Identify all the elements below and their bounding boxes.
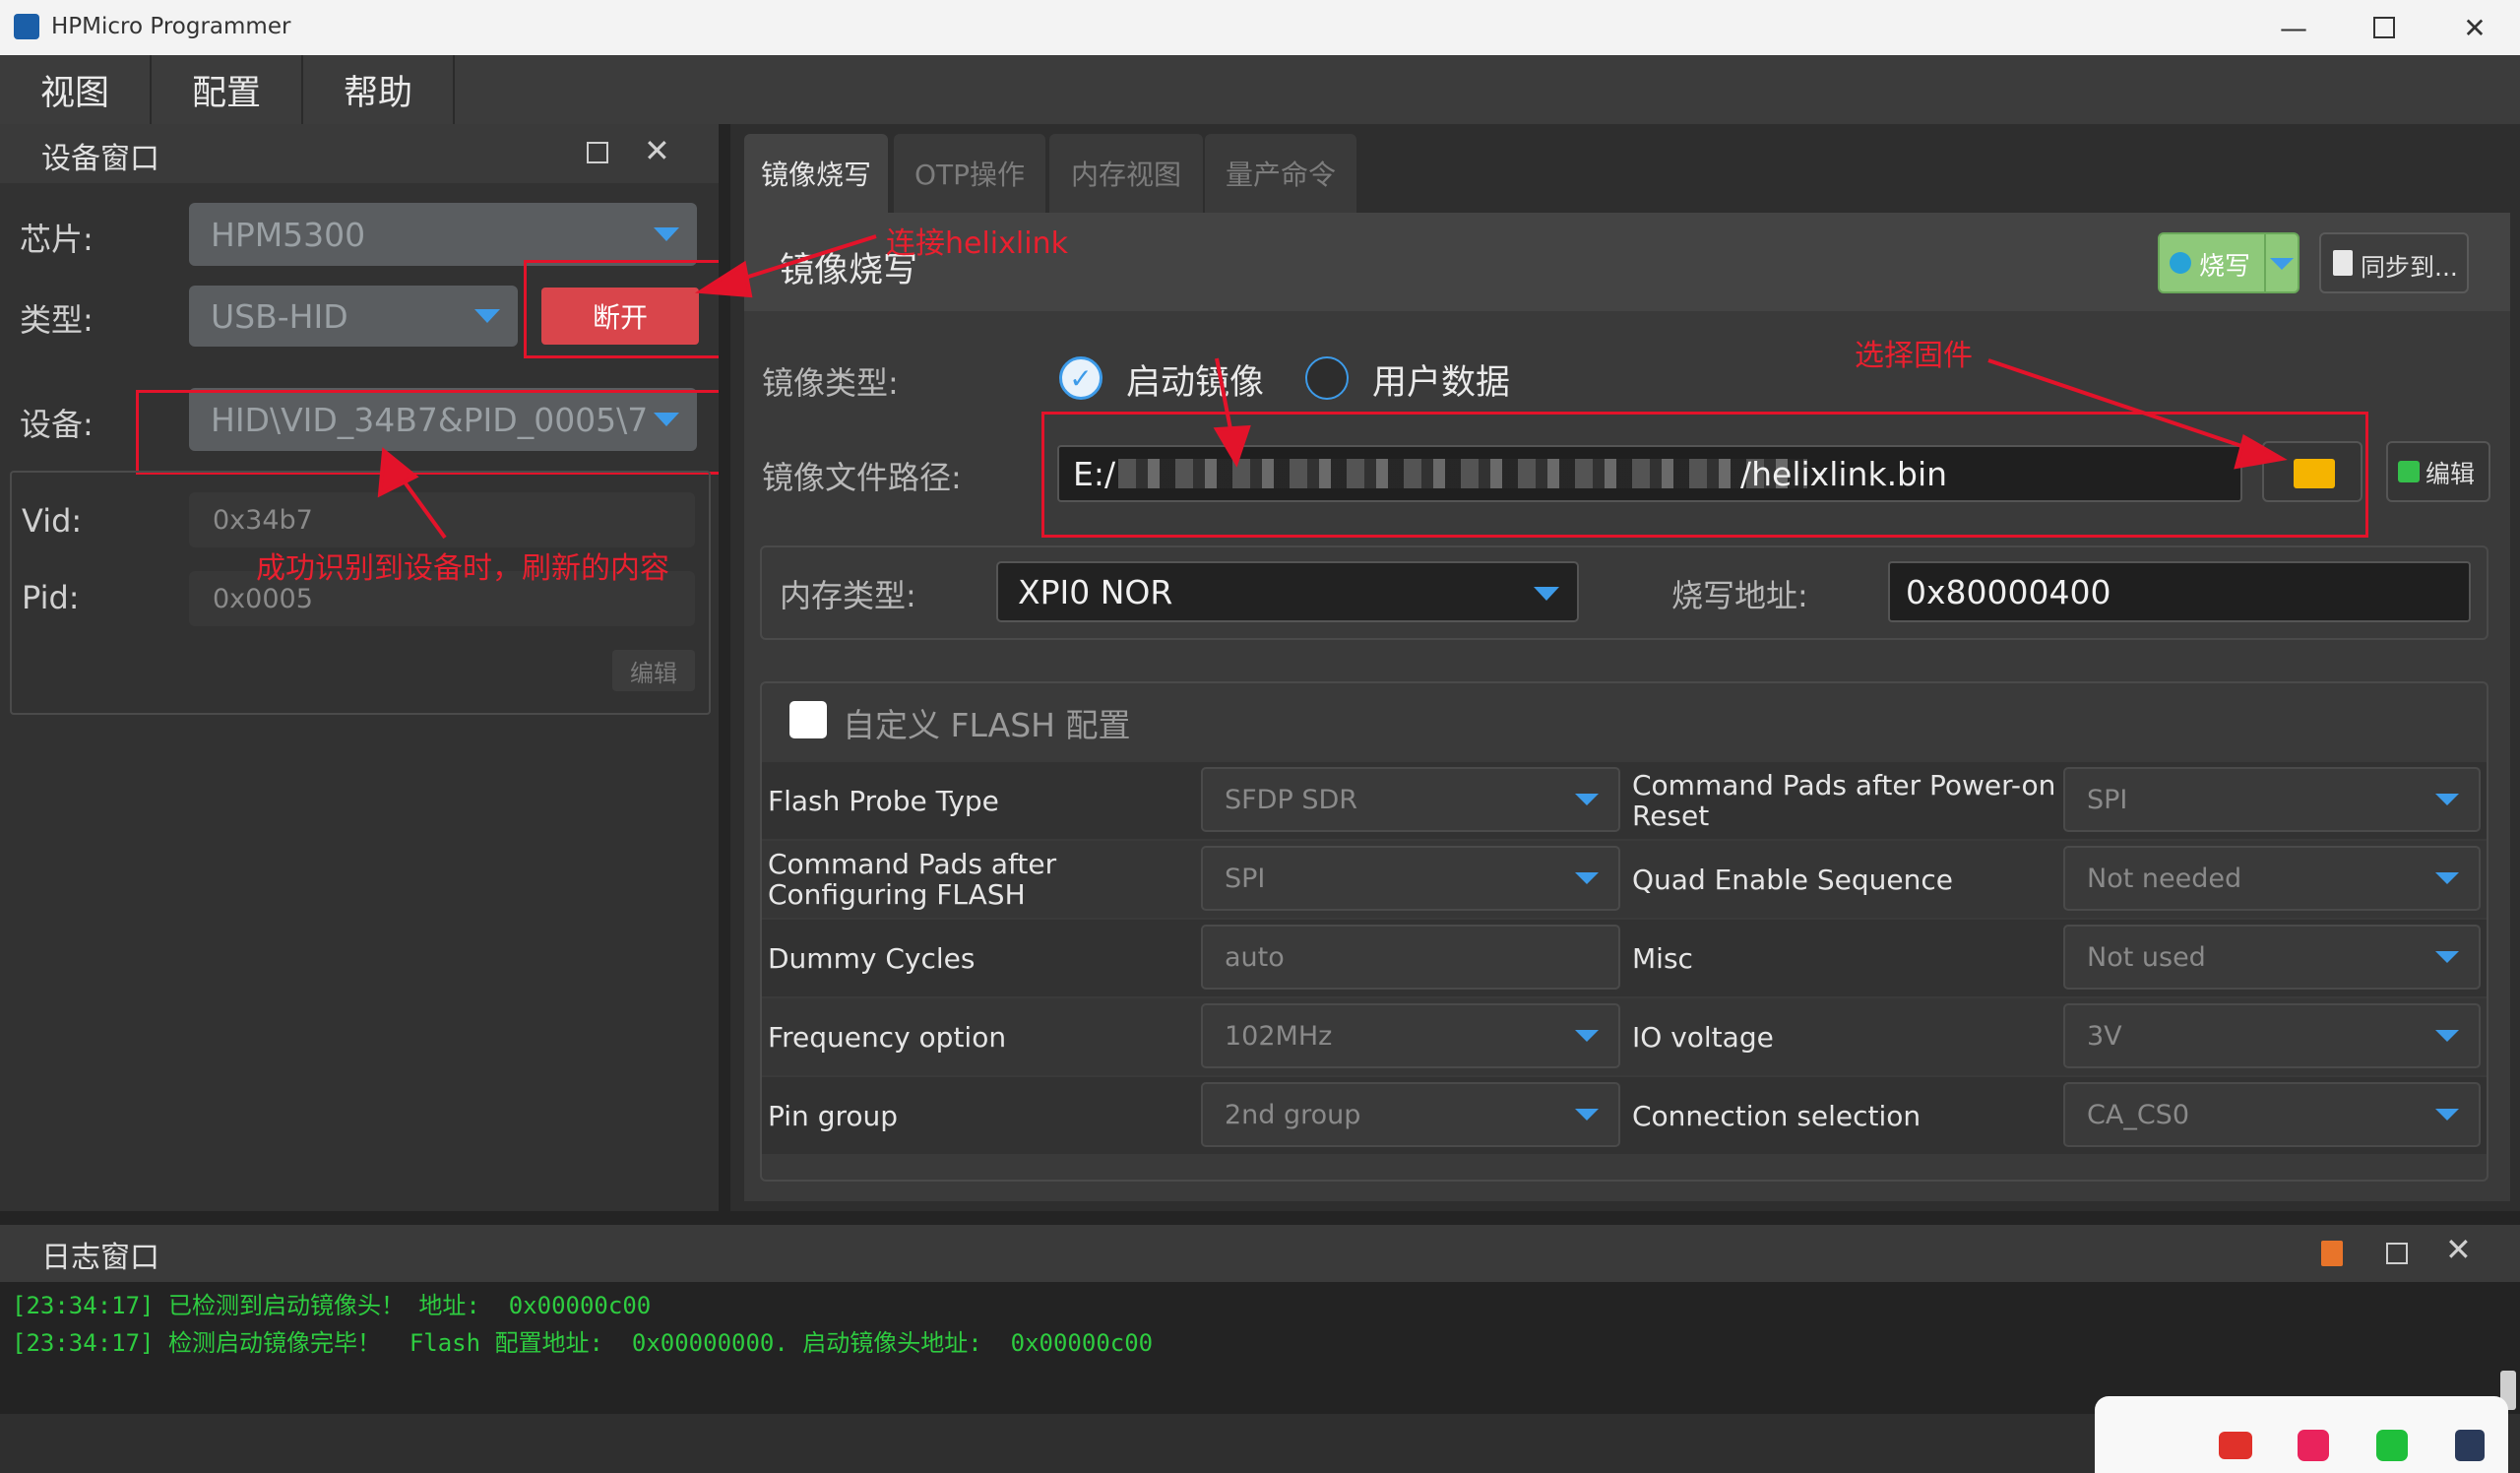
chevron-down-icon — [1534, 587, 1559, 601]
config-left-select-value: 102MHz — [1225, 1020, 1333, 1052]
log-line: [23:34:17] 检测启动镜像完毕！ Flash 配置地址: 0x00000… — [12, 1329, 1154, 1357]
trash-icon[interactable] — [2321, 1241, 2343, 1266]
memory-type-value: XPI0 NOR — [1018, 573, 1173, 611]
config-left-select[interactable]: 102MHz — [1201, 1003, 1620, 1068]
config-right-select[interactable]: CA_CS0 — [2063, 1082, 2481, 1147]
config-left-label: Frequency option — [768, 1020, 1007, 1054]
config-left-select-value: 2nd group — [1225, 1099, 1361, 1130]
chevron-down-icon — [2435, 794, 2459, 805]
config-right-select-value: SPI — [2087, 784, 2128, 815]
flash-config-row: Frequency option 102MHz IO voltage 3V — [762, 998, 2487, 1075]
config-right-select-value: 3V — [2087, 1020, 2122, 1052]
chevron-down-icon — [2435, 872, 2459, 884]
config-left-select-value: SPI — [1225, 863, 1266, 894]
address-input[interactable]: 0x80000400 — [1888, 561, 2471, 622]
arrow-connect — [725, 234, 877, 286]
flash-config-row: Command Pads after Configuring FLASH SPI Q… — [762, 841, 2487, 918]
config-left-select-value: auto — [1225, 941, 1285, 973]
tray-app-icon[interactable] — [2219, 1432, 2252, 1459]
chevron-down-icon — [1575, 1109, 1599, 1121]
chevron-down-icon — [2435, 1109, 2459, 1121]
log-panel-header: 日志窗口 ✕ — [0, 1225, 2520, 1282]
flash-config-row: Pin group 2nd group Connection selection CA… — [762, 1077, 2487, 1154]
system-tray — [2095, 1396, 2508, 1473]
arrow-browse — [1987, 358, 2257, 453]
config-right-label: Quad Enable Sequence — [1632, 863, 1954, 896]
config-left-label: Flash Probe Type — [768, 784, 999, 817]
config-right-select-value: CA_CS0 — [2087, 1099, 2189, 1130]
chevron-down-icon — [2435, 1030, 2459, 1042]
config-left-label: Command Pads after Configuring FLASH — [768, 848, 1057, 911]
chevron-down-icon — [2435, 951, 2459, 963]
close-log-icon[interactable]: ✕ — [2445, 1231, 2472, 1268]
float-icon[interactable] — [2386, 1243, 2408, 1264]
memory-type-select[interactable]: XPI0 NOR — [996, 561, 1579, 622]
arrowhead-path — [1213, 424, 1251, 468]
chevron-down-icon — [1575, 1030, 1599, 1042]
config-left-select[interactable]: SPI — [1201, 846, 1620, 911]
config-left-select[interactable]: SFDP SDR — [1201, 767, 1620, 832]
config-right-select[interactable]: Not used — [2063, 925, 2481, 990]
custom-flash-checkbox[interactable] — [789, 701, 827, 738]
config-right-label: Misc — [1632, 941, 1693, 975]
config-right-select-value: Not needed — [2087, 863, 2242, 894]
flash-config-row: Dummy Cycles auto Misc Not used — [762, 920, 2487, 996]
arrowhead-browse — [2234, 433, 2288, 470]
config-right-select[interactable]: Not needed — [2063, 846, 2481, 911]
flash-config-grid: Flash Probe Type SFDP SDR Command Pads aft… — [762, 762, 2487, 1154]
config-left-label: Pin group — [768, 1099, 899, 1132]
config-left-select[interactable]: auto — [1201, 925, 1620, 990]
config-right-label: Connection selection — [1632, 1099, 1922, 1132]
tray-app-icon[interactable] — [2298, 1430, 2329, 1461]
custom-flash-label: 自定义 FLASH 配置 — [843, 706, 1131, 744]
config-right-select[interactable]: 3V — [2063, 1003, 2481, 1068]
config-left-label: Dummy Cycles — [768, 941, 976, 975]
memory-type-label: 内存类型: — [780, 577, 916, 614]
flash-config-row: Flash Probe Type SFDP SDR Command Pads aft… — [762, 762, 2487, 839]
tray-app-icon[interactable] — [2455, 1430, 2485, 1461]
config-left-select[interactable]: 2nd group — [1201, 1082, 1620, 1147]
config-right-select[interactable]: SPI — [2063, 767, 2481, 832]
arrowhead-connect — [694, 260, 753, 298]
log-output: [23:34:17] 已检测到启动镜像头！ 地址: 0x00000c00 [23… — [0, 1282, 2520, 1414]
log-splitter[interactable] — [0, 1211, 2520, 1225]
log-panel-title: 日志窗口 — [41, 1241, 159, 1275]
config-right-label: Command Pads after Power-on Reset — [1632, 769, 2056, 832]
config-left-select-value: SFDP SDR — [1225, 784, 1358, 815]
config-right-label: IO voltage — [1632, 1020, 1774, 1054]
log-line: [23:34:17] 已检测到启动镜像头！ 地址: 0x00000c00 — [12, 1292, 652, 1319]
config-right-select-value: Not used — [2087, 941, 2206, 973]
chevron-down-icon — [1575, 794, 1599, 805]
chevron-down-icon — [1575, 872, 1599, 884]
address-label: 烧写地址: — [1671, 577, 1808, 614]
wechat-icon[interactable] — [2376, 1430, 2408, 1461]
